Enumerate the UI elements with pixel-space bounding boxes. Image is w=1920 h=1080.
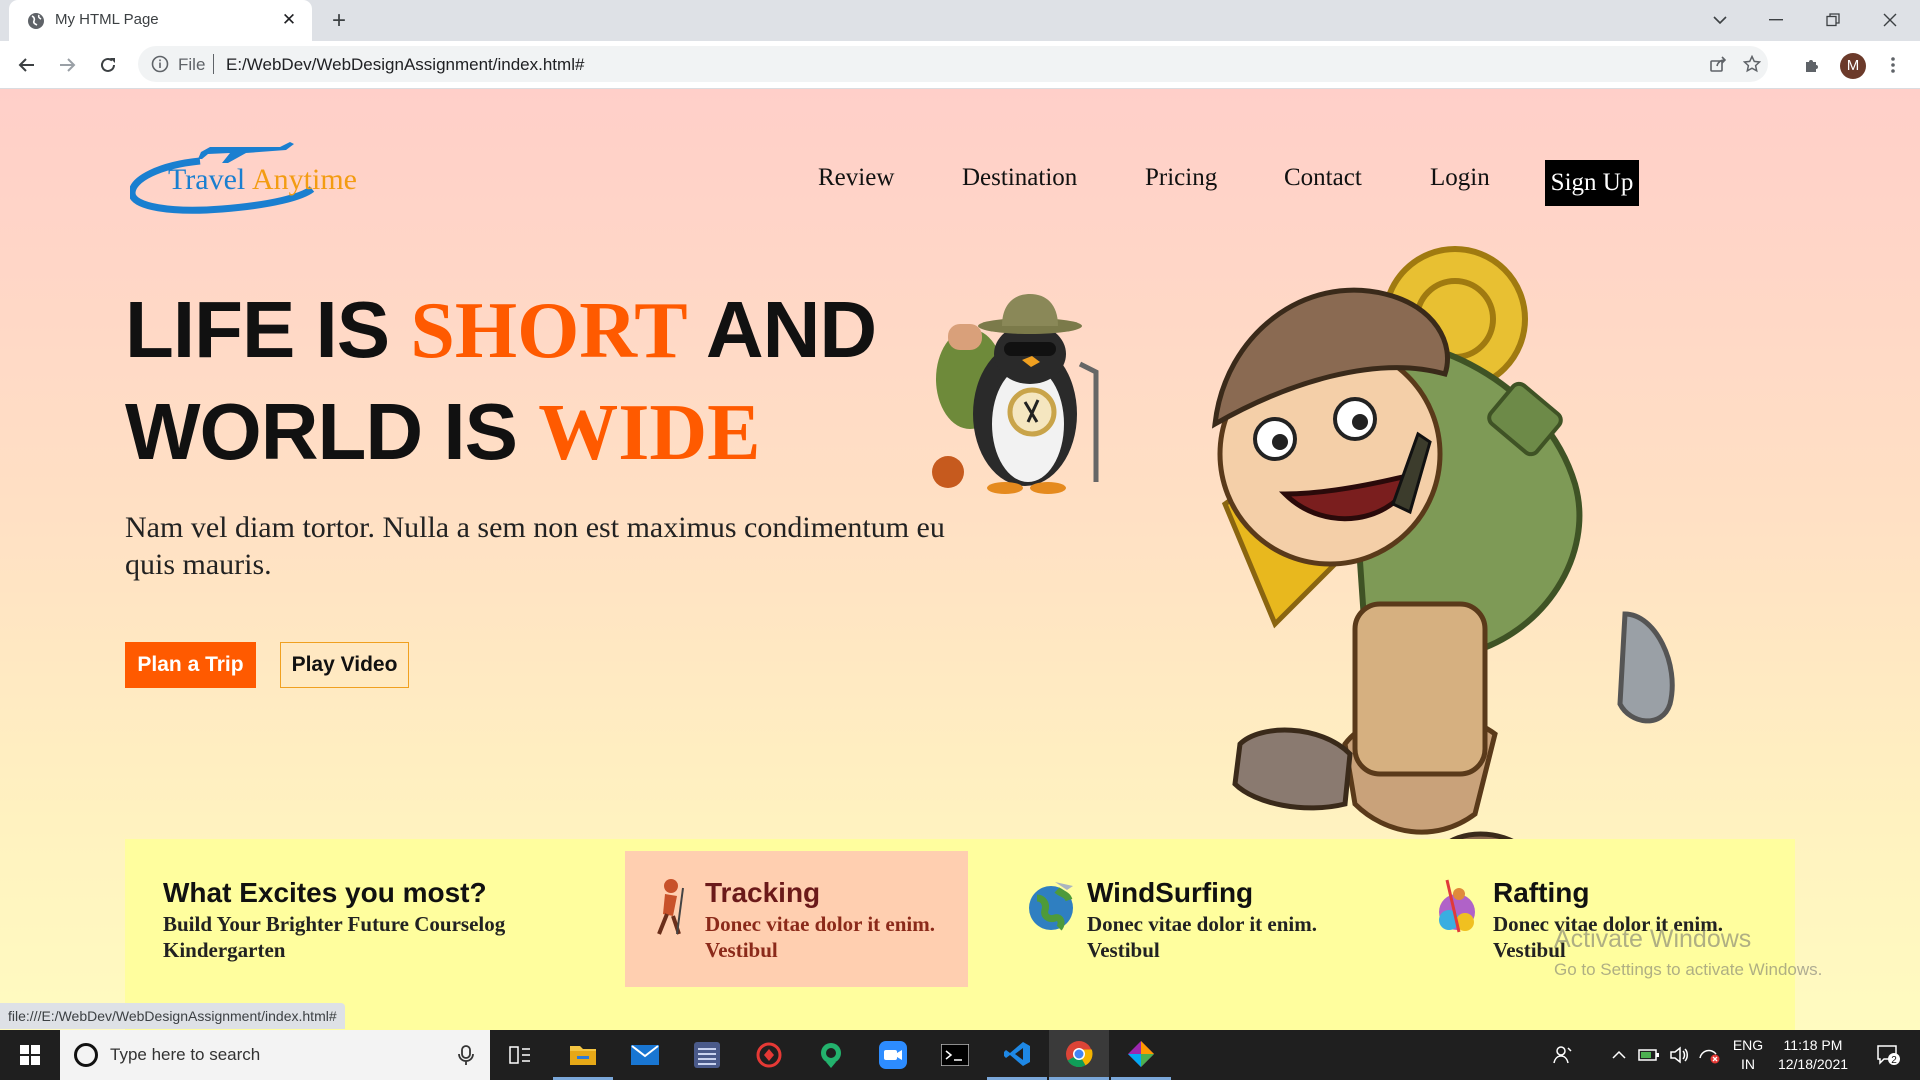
microphone-icon[interactable]: [455, 1044, 477, 1066]
nav-pricing[interactable]: Pricing: [1145, 164, 1217, 192]
share-icon[interactable]: [1704, 50, 1732, 78]
activate-windows-watermark: Activate Windows Go to Settings to activ…: [1554, 925, 1822, 980]
zoom-icon[interactable]: [863, 1030, 923, 1080]
file-explorer-icon[interactable]: [553, 1030, 613, 1080]
feature-card-tracking[interactable]: Tracking Donec vitae dolor it enim. Vest…: [625, 851, 968, 987]
task-view-icon[interactable]: [490, 1030, 550, 1080]
colorful-app-icon[interactable]: [1111, 1030, 1171, 1080]
features-heading: What Excites you most?: [163, 877, 487, 908]
language-code: ENG: [1732, 1037, 1764, 1053]
restore-icon[interactable]: [1805, 0, 1861, 40]
tab-title: My HTML Page: [55, 11, 159, 28]
network-icon[interactable]: [1694, 1030, 1724, 1080]
play-video-button[interactable]: Play Video: [280, 642, 409, 688]
site-logo[interactable]: Travel Anytime: [128, 139, 370, 219]
clock-time: 11:18 PM: [1783, 1037, 1843, 1053]
hero-text: LIFE IS: [125, 285, 411, 374]
tab-search-icon[interactable]: [1692, 0, 1748, 40]
taskbar-search-box[interactable]: Type here to search: [60, 1030, 490, 1080]
features-intro-text: Build Your Brighter Future Courselog Kin…: [163, 912, 506, 962]
clock-date: 12/18/2021: [1777, 1056, 1849, 1072]
hero-subtitle: Nam vel diam tortor. Nulla a sem non est…: [125, 511, 945, 581]
hero-headline-line2: WORLD IS WIDE: [125, 386, 760, 479]
signup-button[interactable]: Sign Up: [1545, 160, 1639, 206]
airplane-logo-icon: Travel Anytime: [128, 142, 357, 214]
link-status-bubble: file:///E:/WebDev/WebDesignAssignment/in…: [0, 1003, 345, 1029]
windows-taskbar: Type here to search ENG IN 11:18 PM 12/1…: [0, 1030, 1920, 1080]
browser-tab-strip: My HTML Page ✕ +: [0, 0, 1920, 41]
features-band: What Excites you most? Build Your Bright…: [125, 839, 1795, 1030]
logo-text-travel: Travel: [168, 163, 245, 196]
hero-text: AND: [687, 285, 877, 374]
hero-text: WORLD IS: [125, 387, 539, 476]
forward-icon[interactable]: [53, 51, 81, 79]
globe-plane-icon: [1029, 882, 1073, 931]
chevron-up-icon[interactable]: [1604, 1030, 1634, 1080]
notification-count: 2: [1891, 1055, 1897, 1066]
nav-destination[interactable]: Destination: [962, 164, 1077, 192]
menu-dots-icon[interactable]: [1879, 51, 1907, 79]
profile-avatar[interactable]: M: [1840, 53, 1866, 79]
globe-icon: [28, 13, 44, 29]
vscode-icon[interactable]: [987, 1030, 1047, 1080]
terminal-icon[interactable]: [925, 1030, 985, 1080]
close-window-icon[interactable]: [1862, 0, 1918, 40]
close-tab-icon[interactable]: ✕: [279, 10, 299, 30]
hero-headline-line1: LIFE IS SHORT AND: [125, 284, 877, 377]
plan-trip-button[interactable]: Plan a Trip: [125, 642, 256, 688]
people-icon[interactable]: [1546, 1030, 1580, 1080]
cortana-icon: [74, 1043, 98, 1067]
rafting-icon: [1439, 879, 1475, 933]
address-bar[interactable]: File E:/WebDev/WebDesignAssignment/index…: [138, 46, 1768, 82]
clock[interactable]: 11:18 PM 12/18/2021: [1770, 1036, 1856, 1074]
new-tab-icon[interactable]: +: [325, 7, 353, 35]
calculator-app-icon[interactable]: [677, 1030, 737, 1080]
chrome-icon[interactable]: [1049, 1030, 1109, 1080]
info-icon[interactable]: [150, 54, 170, 74]
red-app-icon[interactable]: [739, 1030, 799, 1080]
bookmark-star-icon[interactable]: [1738, 50, 1766, 78]
battery-icon[interactable]: [1634, 1030, 1664, 1080]
hiker-icon: [657, 879, 684, 935]
windows-start-icon[interactable]: [0, 1030, 60, 1080]
feature-title: Tracking: [705, 877, 821, 908]
feature-text: Donec vitae dolor it enim. Vestibul: [1087, 912, 1317, 962]
extensions-icon[interactable]: [1798, 51, 1826, 79]
hero-accent-short: SHORT: [410, 287, 688, 375]
feature-title: WindSurfing: [1087, 877, 1254, 908]
url-scheme: File: [178, 55, 206, 74]
penguin-explorer-image: [932, 294, 1099, 494]
feature-title: Rafting: [1493, 877, 1590, 908]
reload-icon[interactable]: [94, 51, 122, 79]
browser-toolbar: File E:/WebDev/WebDesignAssignment/index…: [0, 41, 1920, 89]
hiker-boy-image: [1211, 246, 1675, 907]
web-page: Travel Anytime Review Destination Pricin…: [0, 89, 1920, 1030]
nav-login[interactable]: Login: [1430, 164, 1490, 192]
back-icon[interactable]: [13, 51, 41, 79]
hero-accent-wide: WIDE: [538, 389, 761, 477]
url-divider: [213, 54, 214, 74]
feature-text: Donec vitae dolor it enim. Vestibul: [705, 912, 935, 962]
volume-icon[interactable]: [1664, 1030, 1694, 1080]
browser-tab[interactable]: My HTML Page ✕: [9, 0, 312, 41]
watermark-title: Activate Windows: [1554, 925, 1752, 953]
search-placeholder: Type here to search: [110, 1045, 261, 1064]
nav-contact[interactable]: Contact: [1284, 164, 1362, 192]
watermark-subtitle: Go to Settings to activate Windows.: [1554, 960, 1823, 979]
url-text[interactable]: E:/WebDev/WebDesignAssignment/index.html…: [226, 55, 584, 75]
green-app-icon[interactable]: [801, 1030, 861, 1080]
region-code: IN: [1741, 1056, 1755, 1072]
language-indicator[interactable]: ENG IN: [1728, 1036, 1768, 1074]
notifications-icon[interactable]: 2: [1866, 1030, 1910, 1080]
mail-icon[interactable]: [615, 1030, 675, 1080]
feature-card-windsurfing[interactable]: WindSurfing Donec vitae dolor it enim. V…: [1007, 851, 1350, 987]
nav-review[interactable]: Review: [818, 164, 894, 192]
logo-text-anytime: Anytime: [252, 163, 357, 196]
minimize-icon[interactable]: [1748, 0, 1804, 40]
